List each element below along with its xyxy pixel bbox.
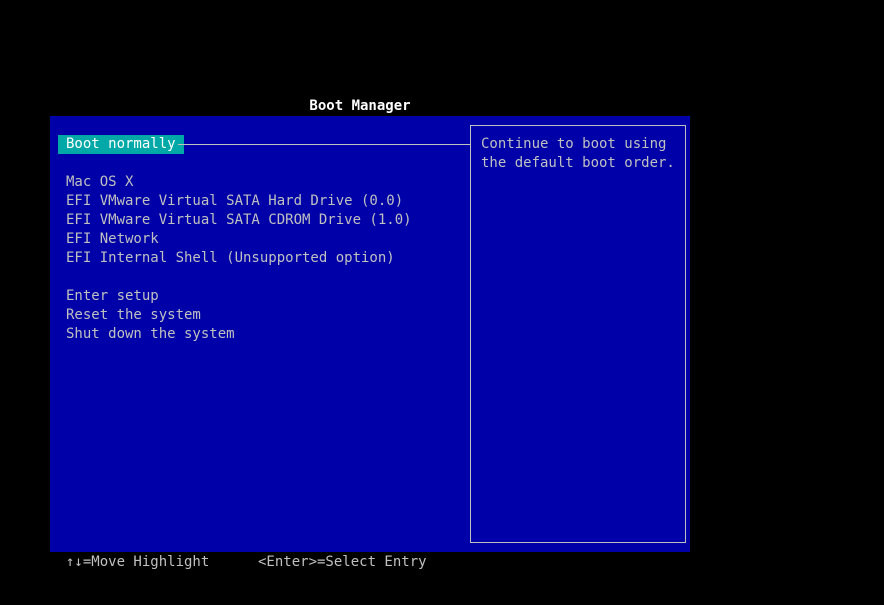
menu-item-enter-setup[interactable]: Enter setup [58,287,167,306]
menu-item-efi-hard-drive[interactable]: EFI VMware Virtual SATA Hard Drive (0.0) [58,192,411,211]
menu-item-shut-down-system[interactable]: Shut down the system [58,325,243,344]
menu-item-boot-normally[interactable]: Boot normally [58,135,184,154]
menu-item-efi-network[interactable]: EFI Network [58,230,167,249]
selection-connector-line [178,144,470,145]
help-text: Continue to boot using the default boot … [481,136,675,171]
menu-item-reset-system[interactable]: Reset the system [58,306,209,325]
page-title: Boot Manager [309,98,411,114]
help-box: Continue to boot using the default boot … [470,125,686,543]
boot-manager-panel: Boot normally Mac OS X EFI VMware Virtua… [50,116,690,552]
footer-select-hint: <Enter>=Select Entry [258,554,427,570]
menu-item-efi-cdrom-drive[interactable]: EFI VMware Virtual SATA CDROM Drive (1.0… [58,211,420,230]
footer-move-hint: ↑↓=Move Highlight [66,554,210,570]
menu-item-efi-internal-shell[interactable]: EFI Internal Shell (Unsupported option) [58,249,403,268]
menu-item-mac-os-x[interactable]: Mac OS X [58,173,141,192]
